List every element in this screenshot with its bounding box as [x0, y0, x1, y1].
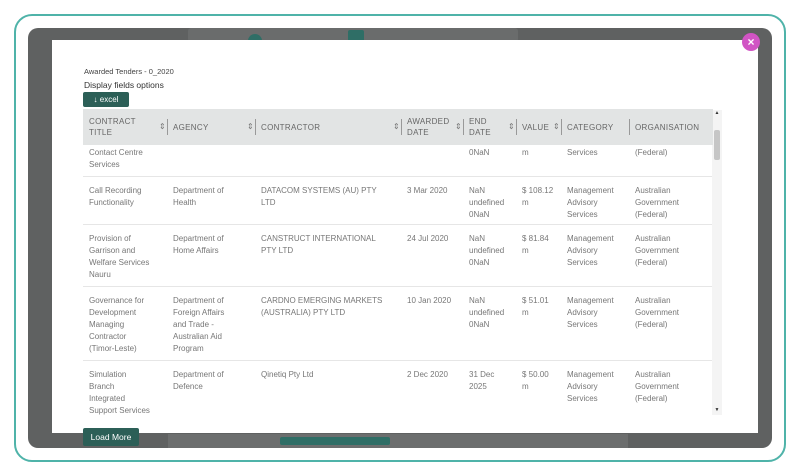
background-button — [280, 437, 390, 445]
cell-organisation: Australian Government (Federal) — [635, 296, 680, 329]
table-header: CONTRACT TITLE ⇕ AGENCY ⇕ CONTRACTOR ⇕ AW… — [83, 109, 713, 145]
cell-category: Management Advisory Services — [567, 186, 614, 219]
scrollbar-thumb[interactable] — [714, 130, 720, 160]
cell-contractor: Qinetiq Pty Ltd — [261, 370, 314, 379]
background-footer — [168, 434, 628, 448]
table-scrollbar[interactable]: ▲ ▼ — [712, 110, 722, 415]
cell-category: Management Advisory Services — [567, 234, 614, 267]
cell-agency: Department of Foreign Affairs and Trade -A… — [173, 296, 225, 353]
cell-contract-title: Contact Centre Services — [89, 148, 143, 169]
table-body: Contact Centre Services 0NaN m Services (… — [83, 131, 713, 415]
modal-title: Awarded Tenders - 0_2020 — [84, 67, 174, 76]
sort-icon[interactable]: ⇕ — [159, 122, 166, 131]
column-header-awarded-date[interactable]: AWARDED DATE — [401, 109, 461, 145]
cell-category: Management Advisory Services — [567, 296, 614, 329]
cell-contractor: CARDNO EMERGING MARKETS (AUSTRALIA) PTY L… — [261, 296, 383, 317]
cell-organisation: (Federal) — [635, 148, 668, 157]
sort-icon[interactable]: ⇕ — [455, 122, 462, 131]
load-more-button[interactable]: Load More — [83, 428, 139, 446]
cell-value: $ 50.00 m — [522, 370, 549, 391]
cell-contract-title: Simulation Branch Integrated Support Servic… — [89, 370, 150, 415]
cell-value: $ 81.84 m — [522, 234, 549, 255]
sort-icon[interactable]: ⇕ — [508, 122, 515, 131]
cell-contract-title: Provision of Garrison and Welfare Services… — [89, 234, 150, 279]
table-row[interactable]: Governance for Development Managing Contrac… — [83, 287, 713, 361]
cell-category: Services — [567, 148, 598, 157]
cell-agency: Department of Home Affairs — [173, 234, 224, 255]
awarded-tenders-modal: Awarded Tenders - 0_2020 Display fields … — [52, 40, 758, 433]
cell-contractor: CANSTRUCT INTERNATIONAL PTY LTD — [261, 234, 376, 255]
excel-button-label: excel — [99, 95, 119, 104]
tenders-table: CONTRACT TITLE ⇕ AGENCY ⇕ CONTRACTOR ⇕ AW… — [83, 109, 721, 415]
scroll-up-arrow-icon[interactable]: ▲ — [712, 110, 722, 118]
export-excel-button[interactable]: ↓ excel — [83, 92, 129, 107]
sort-icon[interactable]: ⇕ — [553, 122, 560, 131]
cell-agency: Department of Defence — [173, 370, 224, 391]
table-row[interactable]: Provision of Garrison and Welfare Services… — [83, 225, 713, 287]
table-row[interactable]: Call Recording Functionality Department o… — [83, 177, 713, 225]
cell-agency: Department of Health — [173, 186, 224, 207]
sort-icon[interactable]: ⇕ — [393, 122, 400, 131]
cell-category: Management Advisory Services — [567, 370, 614, 403]
cell-value: m — [522, 148, 529, 157]
cell-end-date: 0NaN — [469, 148, 490, 157]
download-icon: ↓ — [93, 95, 98, 104]
cell-organisation: Australian Government (Federal) — [635, 186, 680, 219]
cell-awarded-date: 2 Dec 2020 — [407, 370, 448, 379]
column-header-contract-title[interactable]: CONTRACT TITLE — [83, 109, 163, 145]
cell-contractor: DATACOM SYSTEMS (AU) PTY LTD — [261, 186, 377, 207]
cell-awarded-date: 3 Mar 2020 — [407, 186, 448, 195]
cell-awarded-date: 24 Jul 2020 — [407, 234, 449, 243]
cell-end-date: NaN undefined 0NaN — [469, 234, 505, 267]
cell-contract-title: Call Recording Functionality — [89, 186, 142, 207]
cell-end-date: NaN undefined 0NaN — [469, 296, 505, 329]
column-header-contractor[interactable]: CONTRACTOR — [255, 109, 401, 145]
cell-value: $ 51.01 m — [522, 296, 549, 317]
column-header-organisation[interactable]: ORGANISATION — [629, 109, 713, 145]
cell-awarded-date: 10 Jan 2020 — [407, 296, 452, 305]
cell-organisation: Australian Government (Federal) — [635, 370, 680, 403]
cell-value: $ 108.12 m — [522, 186, 554, 207]
column-header-agency[interactable]: AGENCY — [167, 109, 253, 145]
cell-end-date: NaN undefined 0NaN — [469, 186, 505, 219]
scroll-down-arrow-icon[interactable]: ▼ — [712, 407, 722, 415]
column-header-category[interactable]: CATEGORY — [561, 109, 627, 145]
cell-organisation: Australian Government (Federal) — [635, 234, 680, 267]
cell-end-date: 31 Dec 2025 — [469, 370, 495, 391]
cell-contract-title: Governance for Development Managing Contrac… — [89, 296, 145, 353]
sort-icon[interactable]: ⇕ — [247, 122, 254, 131]
table-row[interactable]: Simulation Branch Integrated Support Servic… — [83, 361, 713, 415]
display-fields-options-link[interactable]: Display fields options — [84, 80, 164, 90]
close-icon[interactable]: × — [742, 33, 760, 51]
